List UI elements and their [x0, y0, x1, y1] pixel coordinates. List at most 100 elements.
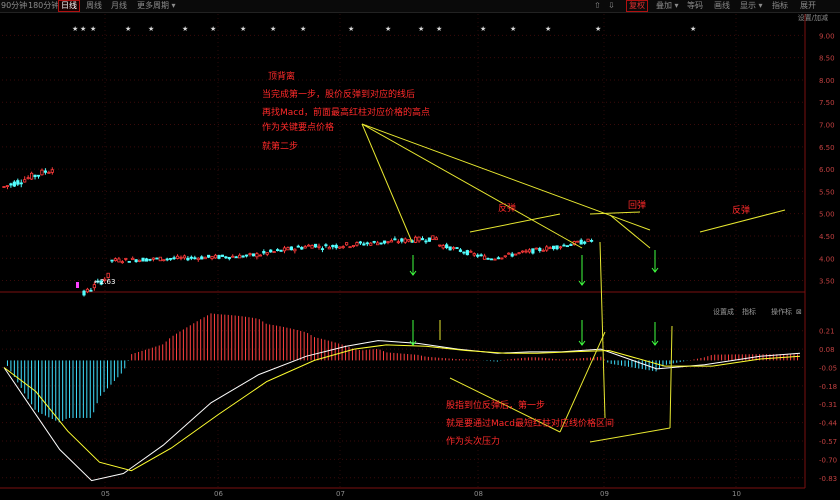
- candle-body: [424, 240, 428, 243]
- candle-body: [251, 253, 256, 257]
- candle-body: [458, 249, 463, 252]
- time-tick-label: 09: [600, 490, 609, 498]
- candle-body: [527, 249, 532, 253]
- event-marker: ★: [270, 25, 276, 33]
- annotation-text-top: 作为关键要点价格: [262, 121, 334, 133]
- event-marker: ★: [148, 25, 154, 33]
- candle-body: [331, 244, 335, 248]
- candle-body: [552, 245, 556, 250]
- candle-body: [244, 254, 249, 257]
- price-tick-label: 4.50: [819, 233, 835, 241]
- trend-line: [559, 331, 606, 433]
- candle-body: [33, 174, 37, 178]
- macd-dea-line: [3, 344, 801, 472]
- annotation-tag: 反弹: [498, 202, 516, 214]
- annotation-text-top: 再找Macd，前面最高红柱对应价格的高点: [262, 106, 430, 118]
- price-tick-label: 8.50: [819, 55, 835, 63]
- candle-body: [531, 248, 535, 254]
- annotation-text-bottom: 作为头次压力: [446, 435, 500, 447]
- candle-body: [2, 186, 6, 188]
- candle-body: [29, 172, 34, 180]
- candle-body: [106, 272, 110, 278]
- annotation-tag: 回弹: [628, 199, 646, 211]
- candle-body: [376, 242, 380, 246]
- candle-body: [389, 240, 394, 243]
- candle-body: [165, 258, 169, 261]
- candle-body: [317, 245, 321, 248]
- grid-layer: [0, 14, 806, 489]
- candle-body: [486, 257, 490, 260]
- candle-body: [538, 247, 542, 252]
- price-macd-chart[interactable]: 3.50 4.00 4.50 5.00 5.50 6.00 6.50 7.00 7.50 8.00…: [0, 0, 840, 500]
- candle-body: [206, 254, 211, 258]
- candle-body: [510, 253, 514, 257]
- price-tick-label: 7.00: [819, 122, 835, 130]
- trend-line: [361, 123, 583, 249]
- candle-body: [234, 256, 238, 259]
- candle-body: [162, 259, 166, 262]
- low-price-marker: ←2.63: [94, 278, 115, 286]
- event-marker: ★: [90, 25, 96, 33]
- candle-body: [134, 259, 138, 263]
- candle-body: [203, 256, 207, 260]
- event-marker: ★: [182, 25, 188, 33]
- candle-body: [210, 256, 214, 259]
- macd-legend-label: 设置成: [713, 307, 734, 316]
- candle-body: [448, 246, 452, 251]
- event-marker: ★: [436, 25, 442, 33]
- candle-body: [275, 249, 280, 251]
- trend-line: [469, 213, 561, 233]
- event-marker: ★: [348, 25, 354, 33]
- candle-body: [296, 245, 300, 248]
- price-tick-label: 7.50: [819, 99, 835, 107]
- macd-tick-label: -0.05: [819, 364, 837, 372]
- candle-body: [445, 244, 449, 249]
- candle-body: [420, 238, 425, 241]
- candle-body: [155, 257, 159, 260]
- event-marker: ★: [300, 25, 306, 33]
- price-tick-label: 4.00: [819, 255, 835, 263]
- candle-body: [482, 255, 487, 260]
- macd-tick-label: -0.70: [819, 456, 837, 464]
- candle-body: [476, 254, 480, 257]
- candle-body: [127, 260, 131, 263]
- candle-body: [169, 258, 173, 260]
- candle-body: [548, 247, 552, 250]
- candle-body: [289, 246, 294, 251]
- candle-body: [427, 237, 432, 242]
- candle-body: [503, 255, 507, 258]
- candle-body: [175, 255, 180, 259]
- candle-body: [413, 236, 418, 243]
- candle-body: [545, 246, 549, 251]
- candle-body: [50, 169, 54, 173]
- candle-body: [493, 258, 497, 261]
- text-layer: 3.50 4.00 4.50 5.00 5.50 6.00 6.50 7.00 7.50 8.00…: [72, 25, 838, 498]
- candle-body: [589, 239, 594, 242]
- candle-body: [555, 245, 559, 250]
- candle-body: [137, 259, 142, 262]
- candle-body: [151, 257, 155, 260]
- event-marker: ★: [80, 25, 86, 33]
- candle-body: [158, 256, 162, 262]
- candle-body: [227, 256, 231, 260]
- candle-body: [565, 245, 570, 248]
- macd-tick-label: -0.57: [819, 438, 837, 446]
- candle-body: [255, 253, 259, 258]
- candle-body: [465, 250, 469, 256]
- annotation-text-top: 顶背离: [268, 70, 295, 82]
- candle-body: [262, 251, 266, 254]
- candle-body: [47, 171, 51, 174]
- candle-body: [89, 289, 93, 292]
- macd-tick-label: -0.18: [819, 383, 837, 391]
- candle-body: [358, 241, 363, 244]
- candle-body: [417, 236, 421, 242]
- macd-legend-label: 指标: [742, 307, 756, 316]
- candle-body: [520, 250, 525, 253]
- candle-body: [303, 246, 307, 249]
- candle-body: [348, 246, 352, 249]
- candle-body: [365, 242, 369, 245]
- event-marker: ★: [595, 25, 601, 33]
- trend-line: [589, 427, 671, 443]
- candle-body: [117, 258, 121, 263]
- event-marker: ★: [240, 25, 246, 33]
